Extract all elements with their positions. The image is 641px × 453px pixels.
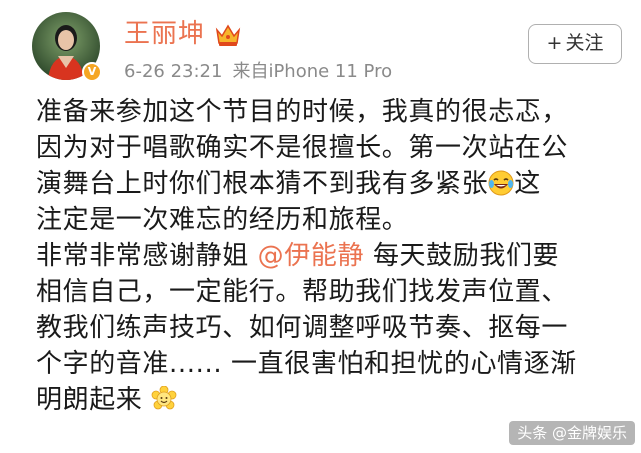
- post-text: 非常非常感谢静姐: [36, 241, 258, 271]
- watermark-label: 头条 @金牌娱乐: [509, 421, 635, 445]
- post-text: 每天鼓励我们要: [364, 241, 560, 271]
- post-line: 明朗起来: [36, 382, 626, 418]
- verified-badge-icon: V: [82, 62, 102, 82]
- post-line: 非常非常感谢静姐 @伊能静 每天鼓励我们要: [36, 238, 626, 274]
- plus-icon: +: [546, 32, 563, 54]
- post-content: 准备来参加这个节目的时候，我真的很忐忑， 因为对于唱歌确实不是很擅长。第一次站在…: [36, 94, 626, 418]
- post-meta: 6-26 23:21 来自iPhone 11 Pro: [124, 60, 392, 84]
- post-line: 个字的音准...... 一直很害怕和担忧的心情逐渐: [36, 349, 577, 379]
- post-text: 演舞台上时你们根本猜不到我有多紧张: [36, 169, 489, 199]
- post-text: 明朗起来: [36, 385, 143, 415]
- post-source: 来自iPhone 11 Pro: [232, 61, 393, 82]
- weibo-post-screenshot: V 王丽坤 6-26 23:21 来自iPhone 11 Pro + 关注 准备来参…: [0, 0, 641, 453]
- laughing-tears-emoji-icon: [488, 170, 514, 196]
- post-line: 相信自己，一定能行。帮助我们找发声位置、: [36, 277, 569, 307]
- post-time: 6-26 23:21: [124, 61, 223, 82]
- post-line: 注定是一次难忘的经历和旅程。: [36, 205, 409, 235]
- post-line: 因为对于唱歌确实不是很擅长。第一次站在公: [36, 133, 569, 163]
- post-line: 教我们练声技巧、如何调整呼吸节奏、抠每一: [36, 313, 569, 343]
- post-line: 演舞台上时你们根本猜不到我有多紧张 这: [36, 166, 626, 202]
- follow-label: 关注: [565, 32, 604, 54]
- follow-button[interactable]: + 关注: [528, 24, 622, 64]
- crown-icon: [215, 24, 241, 46]
- username[interactable]: 王丽坤: [124, 18, 205, 50]
- smiling-flower-emoji-icon: [151, 386, 177, 410]
- post-text: 这: [514, 169, 541, 199]
- mention-link[interactable]: @伊能静: [258, 241, 364, 271]
- post-line: 准备来参加这个节目的时候，我真的很忐忑，: [36, 97, 569, 127]
